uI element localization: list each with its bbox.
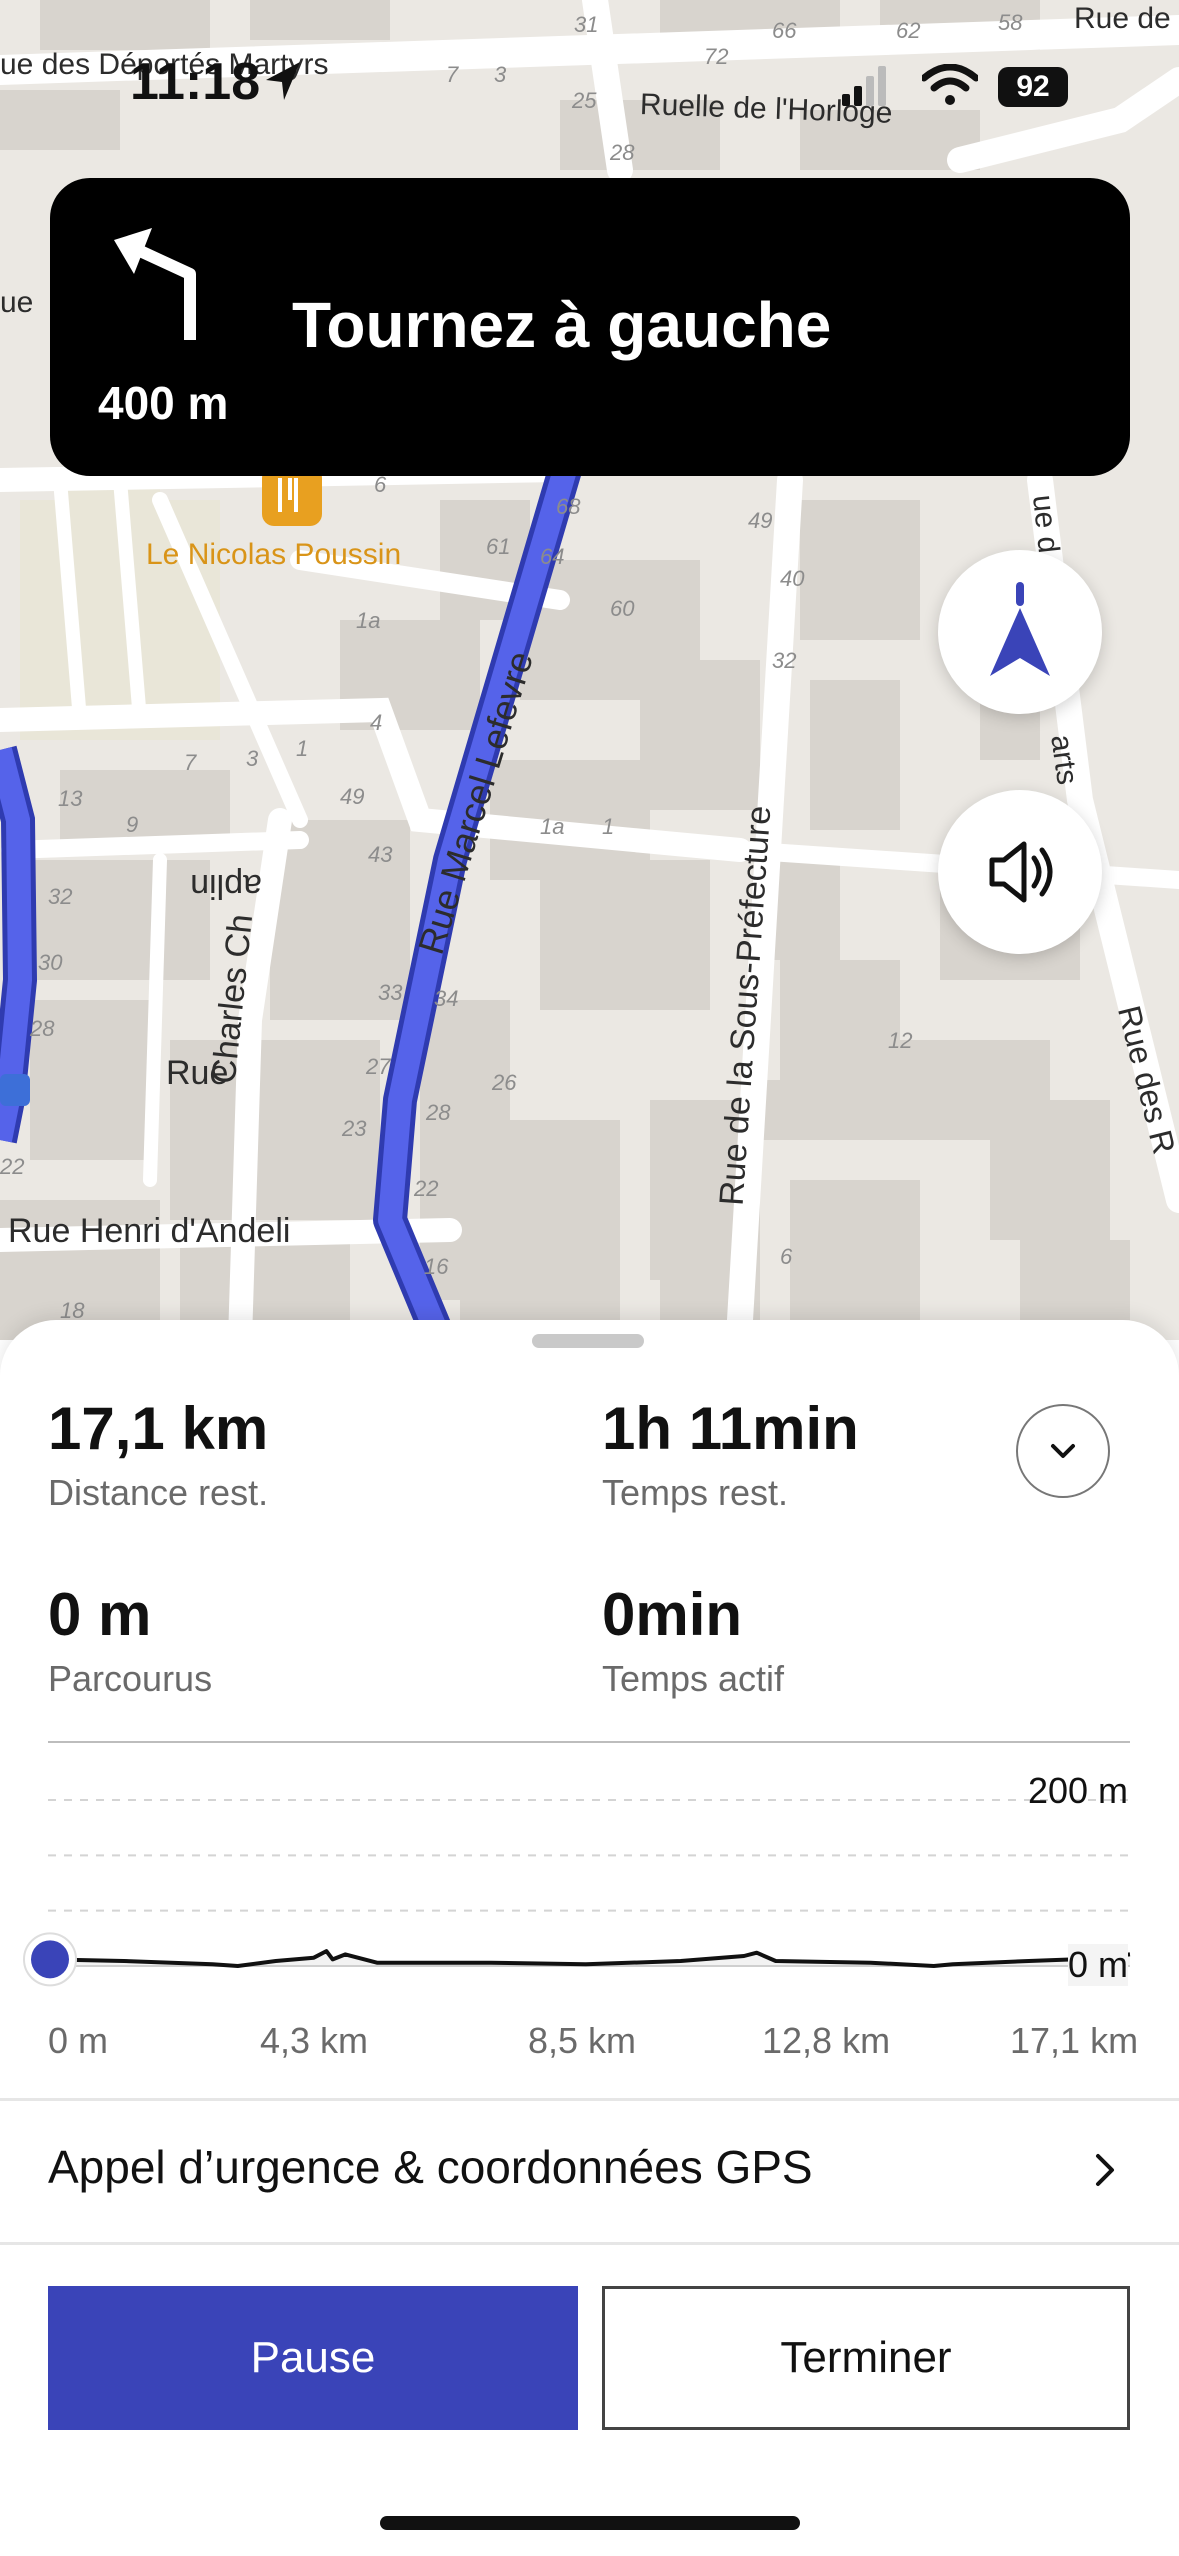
house-number: 1	[602, 814, 615, 839]
house-number: 3	[246, 746, 259, 771]
divider	[0, 2242, 1179, 2245]
street-label: ue d	[1026, 493, 1066, 555]
house-number: 33	[378, 980, 403, 1005]
x-tick-label: 0 m	[48, 2020, 109, 2061]
bus-stop-icon	[0, 1074, 30, 1106]
x-tick-label: 8,5 km	[528, 2020, 637, 2061]
house-number: 22	[414, 1176, 439, 1201]
status-bar: 11:18 92	[0, 0, 1179, 170]
house-number: 16	[424, 1254, 449, 1279]
turn-left-arrow-icon	[114, 228, 196, 340]
end-button[interactable]: Terminer	[602, 2286, 1130, 2430]
trip-info-sheet: 17,1 km Distance rest. 1h 11min Temps re…	[0, 1320, 1179, 2556]
remaining-time-label: Temps rest.	[602, 1472, 789, 1513]
street-label: ue	[0, 286, 34, 319]
house-number: 28	[30, 1016, 55, 1041]
current-position-marker	[31, 1940, 69, 1979]
sheet-drag-handle[interactable]	[532, 1334, 644, 1348]
house-number: 26	[492, 1070, 517, 1095]
house-number: 43	[368, 842, 393, 867]
remaining-distance-label: Distance rest.	[48, 1472, 269, 1513]
compass-arrow-icon	[990, 582, 1050, 676]
y-tick-label: 0 m	[1067, 1944, 1128, 1986]
elevation-chart: 200 m 0 m	[23, 1740, 1131, 2000]
chevron-down-icon	[1051, 1444, 1075, 1458]
recenter-compass-button[interactable]	[938, 550, 1102, 714]
house-number: 1a	[540, 814, 565, 839]
house-number: 13	[58, 786, 83, 811]
turn-instruction-banner[interactable]: 400 m Tournez à gauche	[50, 178, 1130, 476]
house-number: 4	[370, 710, 383, 735]
house-number: 22	[0, 1154, 25, 1179]
street-label: aplin	[190, 867, 262, 905]
cellular-signal-icon	[842, 66, 886, 106]
turn-distance: 400 m	[98, 377, 229, 429]
elevation-line	[47, 1949, 1131, 1968]
turn-instruction-text: Tournez à gauche	[292, 289, 832, 361]
house-number: 28	[426, 1100, 451, 1125]
house-number: 9	[126, 812, 139, 837]
collapse-sheet-button[interactable]	[1016, 1404, 1110, 1498]
location-arrow-icon	[266, 62, 300, 100]
home-indicator[interactable]	[380, 2516, 800, 2530]
x-tick-label: 17,1 km	[1010, 2020, 1139, 2061]
active-time-label: Temps actif	[602, 1658, 785, 1699]
house-number: 64	[540, 544, 565, 569]
house-number: 1	[296, 736, 309, 761]
emergency-gps-label: Appel d’urgence & coordonnées GPS	[48, 2141, 813, 2193]
speaker-icon	[989, 841, 1053, 903]
wifi-icon	[922, 64, 978, 105]
chevron-right-icon	[1096, 2154, 1114, 2186]
house-number: 49	[748, 508, 773, 533]
street-label: Rue Henri d'Andeli	[8, 1212, 291, 1250]
house-number: 49	[340, 784, 365, 809]
house-number: 40	[780, 566, 805, 591]
house-number: 23	[342, 1116, 367, 1141]
remaining-time-value: 1h 11min	[602, 1395, 859, 1462]
x-tick-label: 12,8 km	[762, 2020, 891, 2061]
house-number: 60	[610, 596, 635, 621]
house-number: 68	[556, 494, 581, 519]
poi-label: Le Nicolas Poussin	[146, 538, 402, 571]
street-label: arts	[1044, 732, 1084, 787]
house-number: 12	[888, 1028, 913, 1053]
house-number: 6	[780, 1244, 793, 1269]
active-time-value: 0min	[602, 1581, 743, 1648]
status-time: 11:18	[130, 53, 261, 111]
y-tick-label: 200 m	[1027, 1770, 1128, 1811]
x-tick-label: 4,3 km	[260, 2020, 369, 2061]
house-number: 30	[38, 950, 63, 975]
sound-toggle-button[interactable]	[938, 790, 1102, 954]
remaining-distance-value: 17,1 km	[48, 1395, 269, 1462]
house-number: 7	[184, 750, 197, 775]
emergency-gps-row[interactable]: Appel d’urgence & coordonnées GPS	[0, 2100, 1179, 2240]
house-number: 1a	[356, 608, 381, 633]
house-number: 34	[434, 986, 459, 1011]
covered-distance-value: 0 m	[48, 1581, 152, 1648]
battery-indicator: 92	[998, 67, 1068, 107]
covered-distance-label: Parcourus	[48, 1658, 213, 1699]
house-number: 32	[772, 648, 797, 673]
street-label: Rue	[166, 1054, 229, 1092]
house-number: 27	[366, 1054, 391, 1079]
pause-button[interactable]: Pause	[48, 2286, 578, 2430]
house-number: 32	[48, 884, 73, 909]
elevation-chart-svg	[23, 1741, 1131, 1987]
house-number: 61	[486, 534, 511, 559]
